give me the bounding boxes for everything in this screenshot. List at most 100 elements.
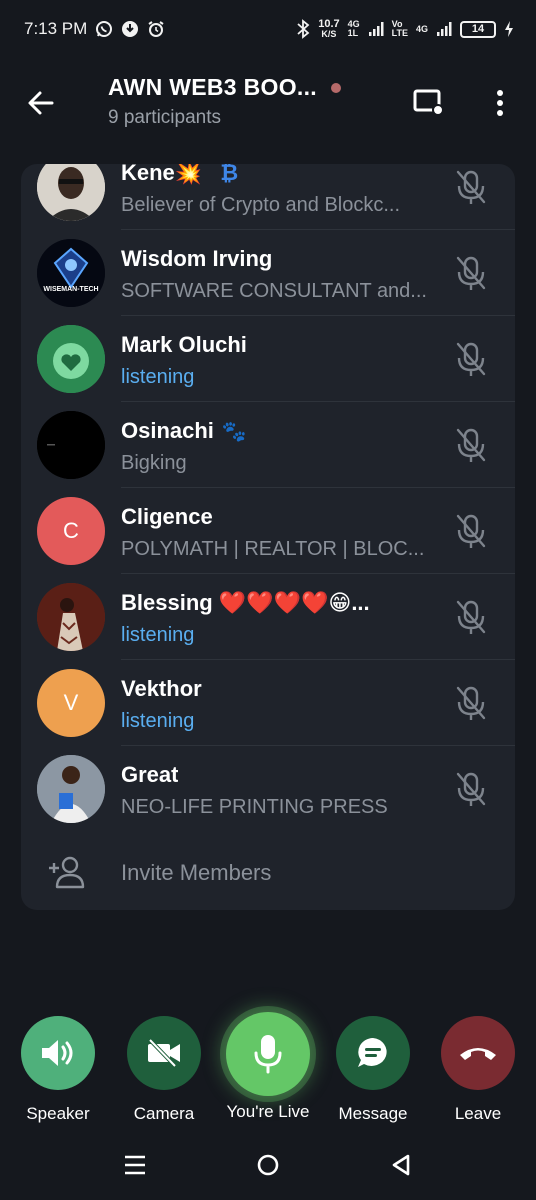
message-control[interactable]: Message	[334, 1016, 412, 1124]
speaker-icon	[42, 1040, 73, 1066]
back-triangle-icon	[392, 1154, 410, 1176]
avatar-letter: C	[63, 518, 79, 543]
participant-name: Osinachi 🐾	[121, 418, 247, 444]
camera-off-icon	[148, 1038, 180, 1068]
speaker-label: Speaker	[26, 1104, 90, 1123]
avatar	[37, 164, 105, 221]
avatar-label: WISEMAN-TECH	[43, 286, 99, 293]
signal-label-1-bottom: 1L	[347, 28, 359, 38]
participant-name: Kene💥 ₿	[121, 164, 238, 186]
bitcoin-icon: ₿	[220, 164, 239, 185]
participant-row[interactable]: Mark Oluchi listening	[21, 316, 515, 402]
menu-icon	[125, 1155, 145, 1175]
participant-name: Wisdom Irving	[121, 246, 273, 271]
participant-row[interactable]: C Cligence POLYMATH | REALTOR | BLOC...	[21, 488, 515, 574]
leave-control[interactable]: Leave	[440, 1016, 516, 1124]
more-options-button[interactable]	[488, 86, 512, 120]
participant-status: listening	[121, 624, 195, 646]
paw-icon: 🐾	[221, 420, 247, 443]
chat-bubble-icon	[358, 1038, 387, 1067]
call-title: AWN WEB3 BOO...	[108, 74, 317, 100]
participants-list: Kene💥 ₿ Believer of Crypto and Blockc...…	[21, 164, 515, 910]
participant-status: POLYMATH | REALTOR | BLOC...	[121, 538, 425, 560]
status-left: 7:13 PM	[24, 19, 165, 39]
message-button[interactable]	[336, 1016, 410, 1090]
system-nav-bar	[0, 1138, 536, 1194]
participant-row[interactable]: Osinachi 🐾 Bigking	[21, 402, 515, 488]
back-arrow-icon	[28, 91, 54, 115]
signal-bars-icon	[368, 21, 384, 37]
call-title-row: AWN WEB3 BOO...	[108, 74, 368, 101]
speaker-button[interactable]	[21, 1016, 95, 1090]
network-speed: 10.7 K/S	[318, 19, 339, 39]
muted-mic-icon[interactable]	[453, 512, 489, 550]
battery-indicator: 14	[460, 20, 496, 38]
whatsapp-icon	[95, 20, 113, 38]
participants-count: 9 participants	[108, 107, 222, 128]
muted-mic-icon[interactable]	[453, 168, 489, 206]
charging-icon	[504, 20, 514, 38]
microphone-icon	[254, 1035, 282, 1074]
muted-mic-icon[interactable]	[453, 684, 489, 722]
live-control[interactable]: You're Live	[224, 1012, 312, 1122]
network-speed-unit: K/S	[321, 29, 337, 39]
live-label: You're Live	[226, 1102, 310, 1121]
participant-row[interactable]: Great NEO-LIFE PRINTING PRESS	[21, 746, 515, 832]
home-circle-icon	[257, 1154, 279, 1176]
participant-row[interactable]: Blessing ❤️❤️❤️❤️😁... listening	[21, 574, 515, 660]
participant-status: listening	[121, 366, 195, 388]
signal-label-1: 4G 1L	[348, 20, 360, 38]
camera-label: Camera	[133, 1104, 195, 1123]
avatar	[37, 325, 105, 393]
avatar: C	[37, 497, 105, 565]
participant-name: Blessing ❤️❤️❤️❤️😁...	[121, 590, 370, 615]
participant-name: Great	[121, 762, 179, 787]
status-time: 7:13 PM	[24, 19, 88, 38]
participant-row[interactable]: V Vekthor listening	[21, 660, 515, 746]
avatar-letter: V	[63, 690, 79, 715]
call-header: AWN WEB3 BOO... 9 participants	[0, 60, 536, 144]
call-controls: Speaker Camera You're Live Message Leave	[0, 1012, 536, 1132]
muted-mic-icon[interactable]	[453, 426, 489, 464]
hang-up-icon	[460, 1048, 496, 1060]
participant-name: Mark Oluchi	[121, 332, 247, 357]
muted-mic-icon[interactable]	[453, 254, 489, 292]
message-label: Message	[338, 1104, 408, 1123]
home-button[interactable]	[253, 1150, 283, 1180]
recents-button[interactable]	[120, 1150, 150, 1180]
more-vertical-icon	[497, 90, 503, 116]
screen-share-button[interactable]	[412, 88, 446, 118]
camera-control[interactable]: Camera	[126, 1016, 202, 1124]
camera-button[interactable]	[127, 1016, 201, 1090]
avatar: WISEMAN-TECH	[37, 239, 105, 307]
status-bar: 7:13 PM 10.7 K/S 4G 1L Vo LTE 4G 14	[0, 0, 536, 58]
download-icon	[121, 20, 139, 38]
participant-status: Believer of Crypto and Blockc...	[121, 194, 401, 216]
bluetooth-icon	[296, 19, 310, 39]
avatar	[37, 755, 105, 823]
muted-mic-icon[interactable]	[453, 598, 489, 636]
status-right: 10.7 K/S 4G 1L Vo LTE 4G 14	[296, 19, 514, 39]
signal-label-2: Vo LTE	[392, 20, 408, 38]
signal-label-2-bottom: LTE	[391, 28, 408, 38]
system-back-button[interactable]	[386, 1150, 416, 1180]
signal-bars-icon-2	[436, 21, 452, 37]
invite-members-button[interactable]: Invite Members	[21, 836, 515, 910]
muted-mic-icon[interactable]	[453, 340, 489, 378]
participant-status: listening	[121, 710, 195, 732]
participant-status: NEO-LIFE PRINTING PRESS	[121, 796, 388, 818]
muted-mic-icon[interactable]	[453, 770, 489, 808]
add-user-icon	[47, 854, 87, 890]
leave-button[interactable]	[441, 1016, 515, 1090]
title-area[interactable]: AWN WEB3 BOO... 9 participants	[108, 74, 368, 129]
mic-live-button[interactable]	[226, 1012, 310, 1096]
avatar: V	[37, 669, 105, 737]
avatar	[37, 411, 105, 479]
back-button[interactable]	[24, 86, 58, 120]
leave-label: Leave	[454, 1104, 502, 1123]
participant-row[interactable]: Kene💥 ₿ Believer of Crypto and Blockc...	[21, 164, 515, 230]
participant-status: Bigking	[121, 452, 187, 474]
speaker-control[interactable]: Speaker	[20, 1016, 96, 1124]
participant-row[interactable]: WISEMAN-TECH Wisdom Irving SOFTWARE CONS…	[21, 230, 515, 316]
recording-dot-icon	[330, 82, 341, 93]
